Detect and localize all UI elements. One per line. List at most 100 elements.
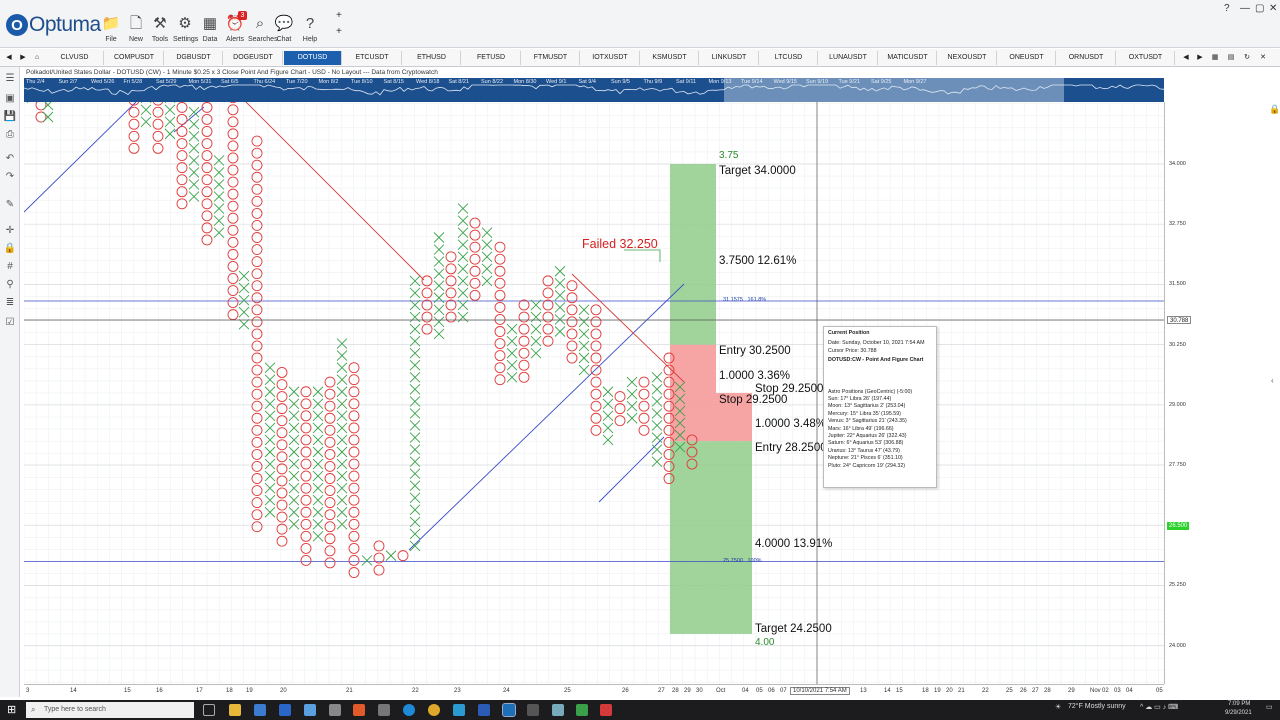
app-icon[interactable] [378, 704, 390, 716]
tools-button[interactable]: ⚒ Tools [148, 14, 172, 43]
pf-o-box [324, 473, 336, 484]
tab-dogeusdt[interactable]: DOGEUSDT [225, 51, 283, 65]
collapse-panel-icon[interactable]: ‹ [1271, 376, 1274, 385]
magnet-icon[interactable]: ⚲ [3, 279, 17, 290]
tab-maticusdt[interactable]: MATICUSDT [879, 51, 937, 65]
pf-o-box [348, 470, 360, 482]
searches-button[interactable]: ⌕ Searches [248, 14, 278, 43]
date-tick: 04 [742, 688, 749, 694]
chat-button[interactable]: 💬 Chat [272, 14, 296, 43]
minimize-icon[interactable]: — [1240, 3, 1250, 14]
optuma-taskbar-icon[interactable] [502, 703, 516, 717]
chart-overview-strip[interactable]: Thu 2/4 Sun 2/7 Wed 5/26 Fri 5/28 Sat 5/29 Mo… [24, 78, 1164, 102]
tab-oxtusdt[interactable]: OXTUSDT [1117, 51, 1175, 65]
scroll-right-icon[interactable]: ▶ [1194, 51, 1206, 65]
weather-icon[interactable]: ☀ [1055, 703, 1061, 711]
add-icon[interactable]: + [336, 10, 342, 21]
system-tray-icons[interactable]: ^ ☁ ▭ ♪ ⌨ [1140, 703, 1178, 711]
tab-iotxusdt[interactable]: IOTXUSDT [582, 51, 640, 65]
lock-icon[interactable]: 🔒 [1269, 104, 1280, 115]
windows-start-icon[interactable]: ⊞ [7, 703, 16, 716]
app-icon[interactable] [576, 704, 588, 716]
file-explorer-icon[interactable] [229, 704, 241, 716]
file-button[interactable]: 📁 File [99, 14, 123, 43]
scroll-left-icon[interactable]: ◀ [1180, 51, 1192, 65]
chrome-icon[interactable] [428, 704, 440, 716]
pf-o-box [227, 224, 239, 236]
tab-ftmusdt[interactable]: FTMUSDT [522, 51, 580, 65]
date-axis[interactable]: 3 14 15 16 17 18 19 20 21 22 23 24 25 26 27 28 29 30 Oct 04… [24, 684, 1164, 698]
optuma-window: O Optuma 📁 File 🗋 New ⚒ Tools ⚙ Settings ▦ Data ⏰ 3… [0, 0, 1280, 720]
app-icon[interactable] [279, 704, 291, 716]
app-icon[interactable] [552, 704, 564, 716]
point-and-figure-chart[interactable]: 3.75 Target 34.0000 Failed 32.250 3.7500… [24, 102, 1164, 684]
checklist-icon[interactable]: ☑ [3, 317, 17, 328]
add-icon[interactable]: + [336, 26, 342, 37]
fib-lower-label: 25.7500 100% [723, 558, 762, 564]
tab-ornusdt[interactable]: ORNUSDT [1058, 51, 1116, 65]
pf-o-box [324, 545, 336, 557]
app-icon[interactable] [329, 704, 341, 716]
tab-dotusd[interactable]: DOTUSD [284, 51, 342, 65]
app-icon[interactable] [304, 704, 316, 716]
layout-icon[interactable]: ▤ [1224, 51, 1238, 65]
close-chart-icon[interactable]: ✕ [1256, 51, 1270, 65]
home-icon[interactable]: ⌂ [30, 51, 44, 65]
tray-date[interactable]: 9/29/2021 [1225, 710, 1252, 716]
maximize-icon[interactable]: ▢ [1255, 3, 1264, 14]
forward-icon[interactable]: ▶ [16, 51, 30, 65]
tab-dgbusdt[interactable]: DGBUSDT [165, 51, 223, 65]
help-icon[interactable]: ? [1224, 3, 1230, 14]
data-button[interactable]: ▦ Data [198, 14, 222, 43]
pf-o-box [348, 506, 360, 518]
back-icon[interactable]: ◀ [2, 51, 16, 65]
save-icon[interactable]: 💾 [3, 111, 17, 122]
draw-tool-icon[interactable]: ✎ [3, 199, 17, 210]
task-view-icon[interactable] [203, 704, 215, 716]
tab-compusdt[interactable]: COMPUSDT [106, 51, 164, 65]
app-icon[interactable] [527, 704, 539, 716]
print-icon[interactable]: ⎙ [3, 129, 17, 140]
price-axis[interactable]: 34.000 32.750 31.500 30.250 29.000 27.750 26.5… [1164, 102, 1280, 684]
help-button[interactable]: ? Help [298, 14, 322, 43]
close-icon[interactable]: ✕ [1269, 3, 1277, 14]
overview-date: Tue 8/10 [351, 79, 373, 85]
chart-icon[interactable]: ▣ [3, 93, 17, 104]
tab-ltcusd[interactable]: LTCUSD [760, 51, 818, 65]
settings-button[interactable]: ⚙ Settings [173, 14, 198, 43]
tab-ethusd[interactable]: ETHUSD [403, 51, 461, 65]
telegram-icon[interactable] [453, 704, 465, 716]
brave-icon[interactable] [353, 704, 365, 716]
pf-o-box [227, 164, 239, 176]
mail-icon[interactable] [254, 704, 266, 716]
lock-icon[interactable]: 🔒 [3, 243, 17, 254]
app-icon[interactable] [600, 704, 612, 716]
tab-lunausdt[interactable]: LUNAUSDT [820, 51, 878, 65]
tab-etcusdt[interactable]: ETCUSDT [344, 51, 402, 65]
edge-icon[interactable] [403, 704, 415, 716]
undo-icon[interactable]: ↶ [3, 153, 17, 164]
notifications-icon[interactable]: ▭ [1266, 703, 1273, 711]
refresh-icon[interactable]: ↻ [1240, 51, 1254, 65]
list-icon[interactable]: ≣ [3, 297, 17, 308]
alerts-button[interactable]: ⏰ 3 Alerts [223, 11, 247, 43]
grid-icon[interactable]: ▦ [1208, 51, 1222, 65]
tab-ksmusdt[interactable]: KSMUSDT [641, 51, 699, 65]
pf-o-box [227, 212, 239, 224]
tab-nexousdt[interactable]: NEXOUSDT [939, 51, 997, 65]
pf-o-box [324, 557, 336, 569]
toc-icon[interactable]: ☰ [3, 73, 17, 84]
tray-time[interactable]: 7:09 PM [1228, 701, 1250, 707]
redo-icon[interactable]: ↷ [3, 171, 17, 182]
tab-linkusdt[interactable]: LINKUSDT [701, 51, 759, 65]
tab-fetusd[interactable]: FETUSD [463, 51, 521, 65]
word-icon[interactable] [478, 704, 490, 716]
hash-icon[interactable]: # [3, 261, 17, 272]
weather-text[interactable]: 72°F Mostly sunny [1068, 703, 1126, 710]
taskbar-search[interactable]: ⌕ Type here to search [26, 702, 194, 718]
pf-o-box [251, 183, 263, 195]
tab-oneusdt[interactable]: ONEUSDT [998, 51, 1056, 65]
tab-clvusd[interactable]: CLVUSD [46, 51, 104, 65]
crosshair-icon[interactable]: ✛ [3, 225, 17, 236]
new-button[interactable]: 🗋 New [124, 14, 148, 43]
